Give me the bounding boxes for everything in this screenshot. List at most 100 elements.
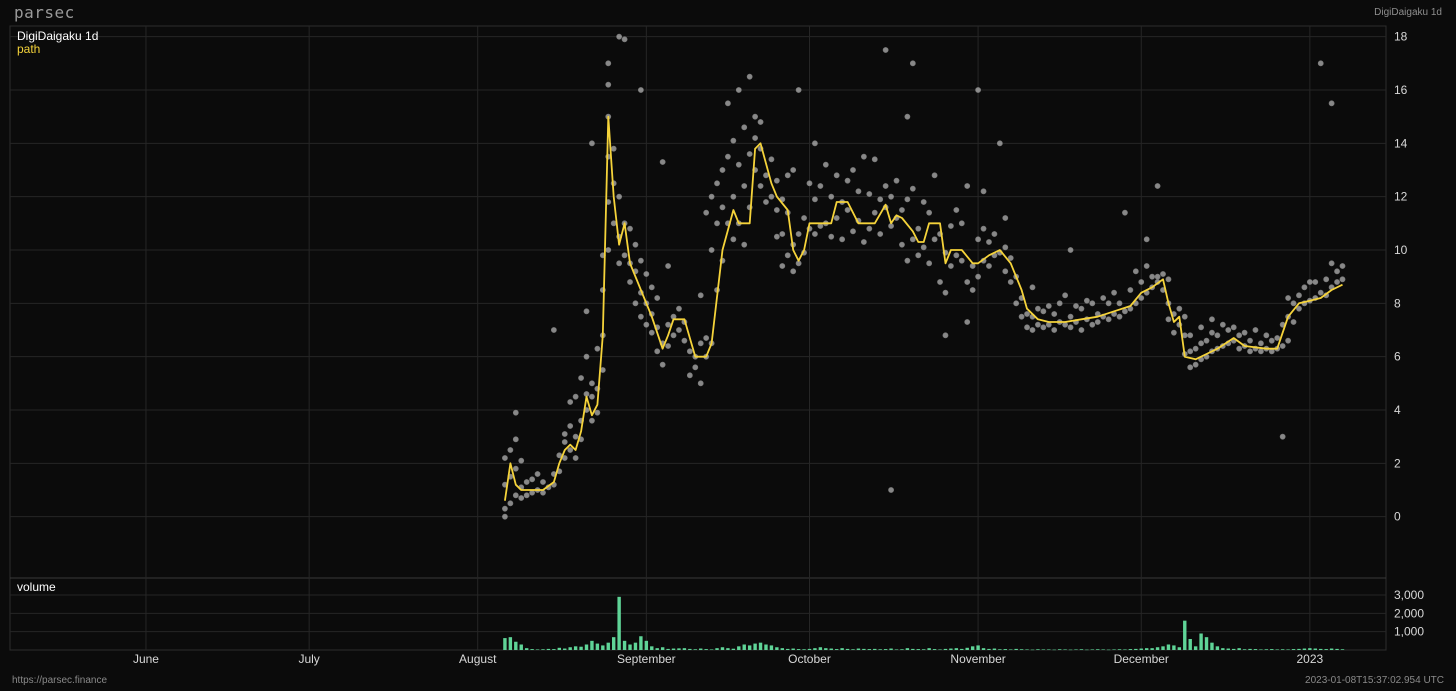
volume-bar [611,637,616,650]
trade-point [714,180,720,187]
trade-point [735,87,742,93]
volume-bar [1117,649,1122,650]
volume-bar [1144,648,1149,650]
volume-bar [655,648,659,650]
trade-point [670,332,677,339]
trade-point [1143,236,1150,243]
volume-bar [552,649,556,650]
volume-bar [802,649,806,650]
trade-point [844,207,851,213]
volume-bar [791,648,795,650]
trade-point [909,60,916,67]
trade-point [812,231,818,237]
trade-point [703,209,710,216]
volume-bar [856,648,861,650]
trade-point [714,220,720,227]
trade-point [1192,345,1199,352]
trade-point [1002,268,1009,275]
volume-bar [644,640,649,650]
volume-bar [965,647,969,650]
trade-point [1094,319,1101,325]
volume-bar [813,648,817,650]
trade-point [958,220,965,227]
trade-point [773,207,780,213]
trade-point [1312,279,1319,285]
volume-bar [1123,649,1127,650]
trade-point [806,180,813,187]
volume-y-tick-label: 3,000 [1394,588,1424,602]
trade-point [768,156,775,163]
trade-point [860,153,867,160]
trade-point [931,236,938,243]
trade-point [550,327,557,333]
volume-bar [954,648,959,650]
trade-point [795,231,802,237]
trade-point [773,177,780,184]
trade-point [648,329,655,336]
volume-bar [1085,649,1089,651]
volume-bar [1177,647,1182,650]
trade-point [730,236,737,243]
trade-point [643,321,650,328]
trade-point [855,188,862,195]
trade-point [594,409,601,416]
trade-point [779,231,786,237]
trade-point [964,279,971,285]
trade-point [1143,263,1150,269]
trade-point [1328,100,1335,107]
volume-bar [911,648,915,650]
trade-point [1111,289,1117,296]
price-chart-title: DigiDaigaku 1d [17,29,99,43]
volume-bar [650,646,654,650]
volume-bar [786,648,790,650]
path-legend: path [17,42,41,56]
volume-bar [546,648,551,650]
volume-bar [1253,649,1258,650]
volume-bar [1030,649,1035,651]
x-tick-label: December [1114,652,1169,666]
plot-frame [9,25,1387,651]
volume-bar [1090,649,1095,650]
trade-point [1105,300,1112,307]
trade-point [665,321,671,328]
trade-point [1018,313,1025,320]
trade-point [1339,276,1346,283]
trade-point [953,252,960,259]
trade-point [1035,305,1041,312]
trade-point [561,431,568,437]
trade-point [518,457,525,464]
trade-point [1290,319,1297,325]
trade-point [920,244,927,251]
volume-bar [1329,648,1334,650]
trade-point [1306,279,1313,285]
trade-point [572,433,579,440]
trade-point [1252,327,1259,333]
volume-bar [753,643,757,650]
trade-point [817,183,824,189]
trade-point [1067,247,1074,253]
trade-point [1138,279,1145,285]
footer-url[interactable]: https://parsec.finance [12,675,107,686]
trade-point [909,185,916,192]
trade-point [1078,305,1085,312]
trade-point [768,193,775,200]
trade-point [877,231,884,237]
y-tick-label: 12 [1394,190,1408,204]
volume-bar [878,649,882,650]
volume-bar [628,644,632,650]
trade-point [866,225,873,232]
volume-bar [998,649,1002,650]
trade-point [784,172,791,179]
y-tick-label: 16 [1394,83,1408,97]
trade-point [866,191,873,197]
trade-point [1236,345,1243,352]
volume-bar [775,647,779,650]
volume-bar [900,649,904,650]
volume-bar [715,648,719,650]
volume-bar [1215,646,1220,650]
volume-bar [1134,648,1138,650]
volume-bar [601,645,605,650]
volume-bar [1063,649,1067,650]
trade-point [502,513,508,520]
trade-point [637,257,644,264]
